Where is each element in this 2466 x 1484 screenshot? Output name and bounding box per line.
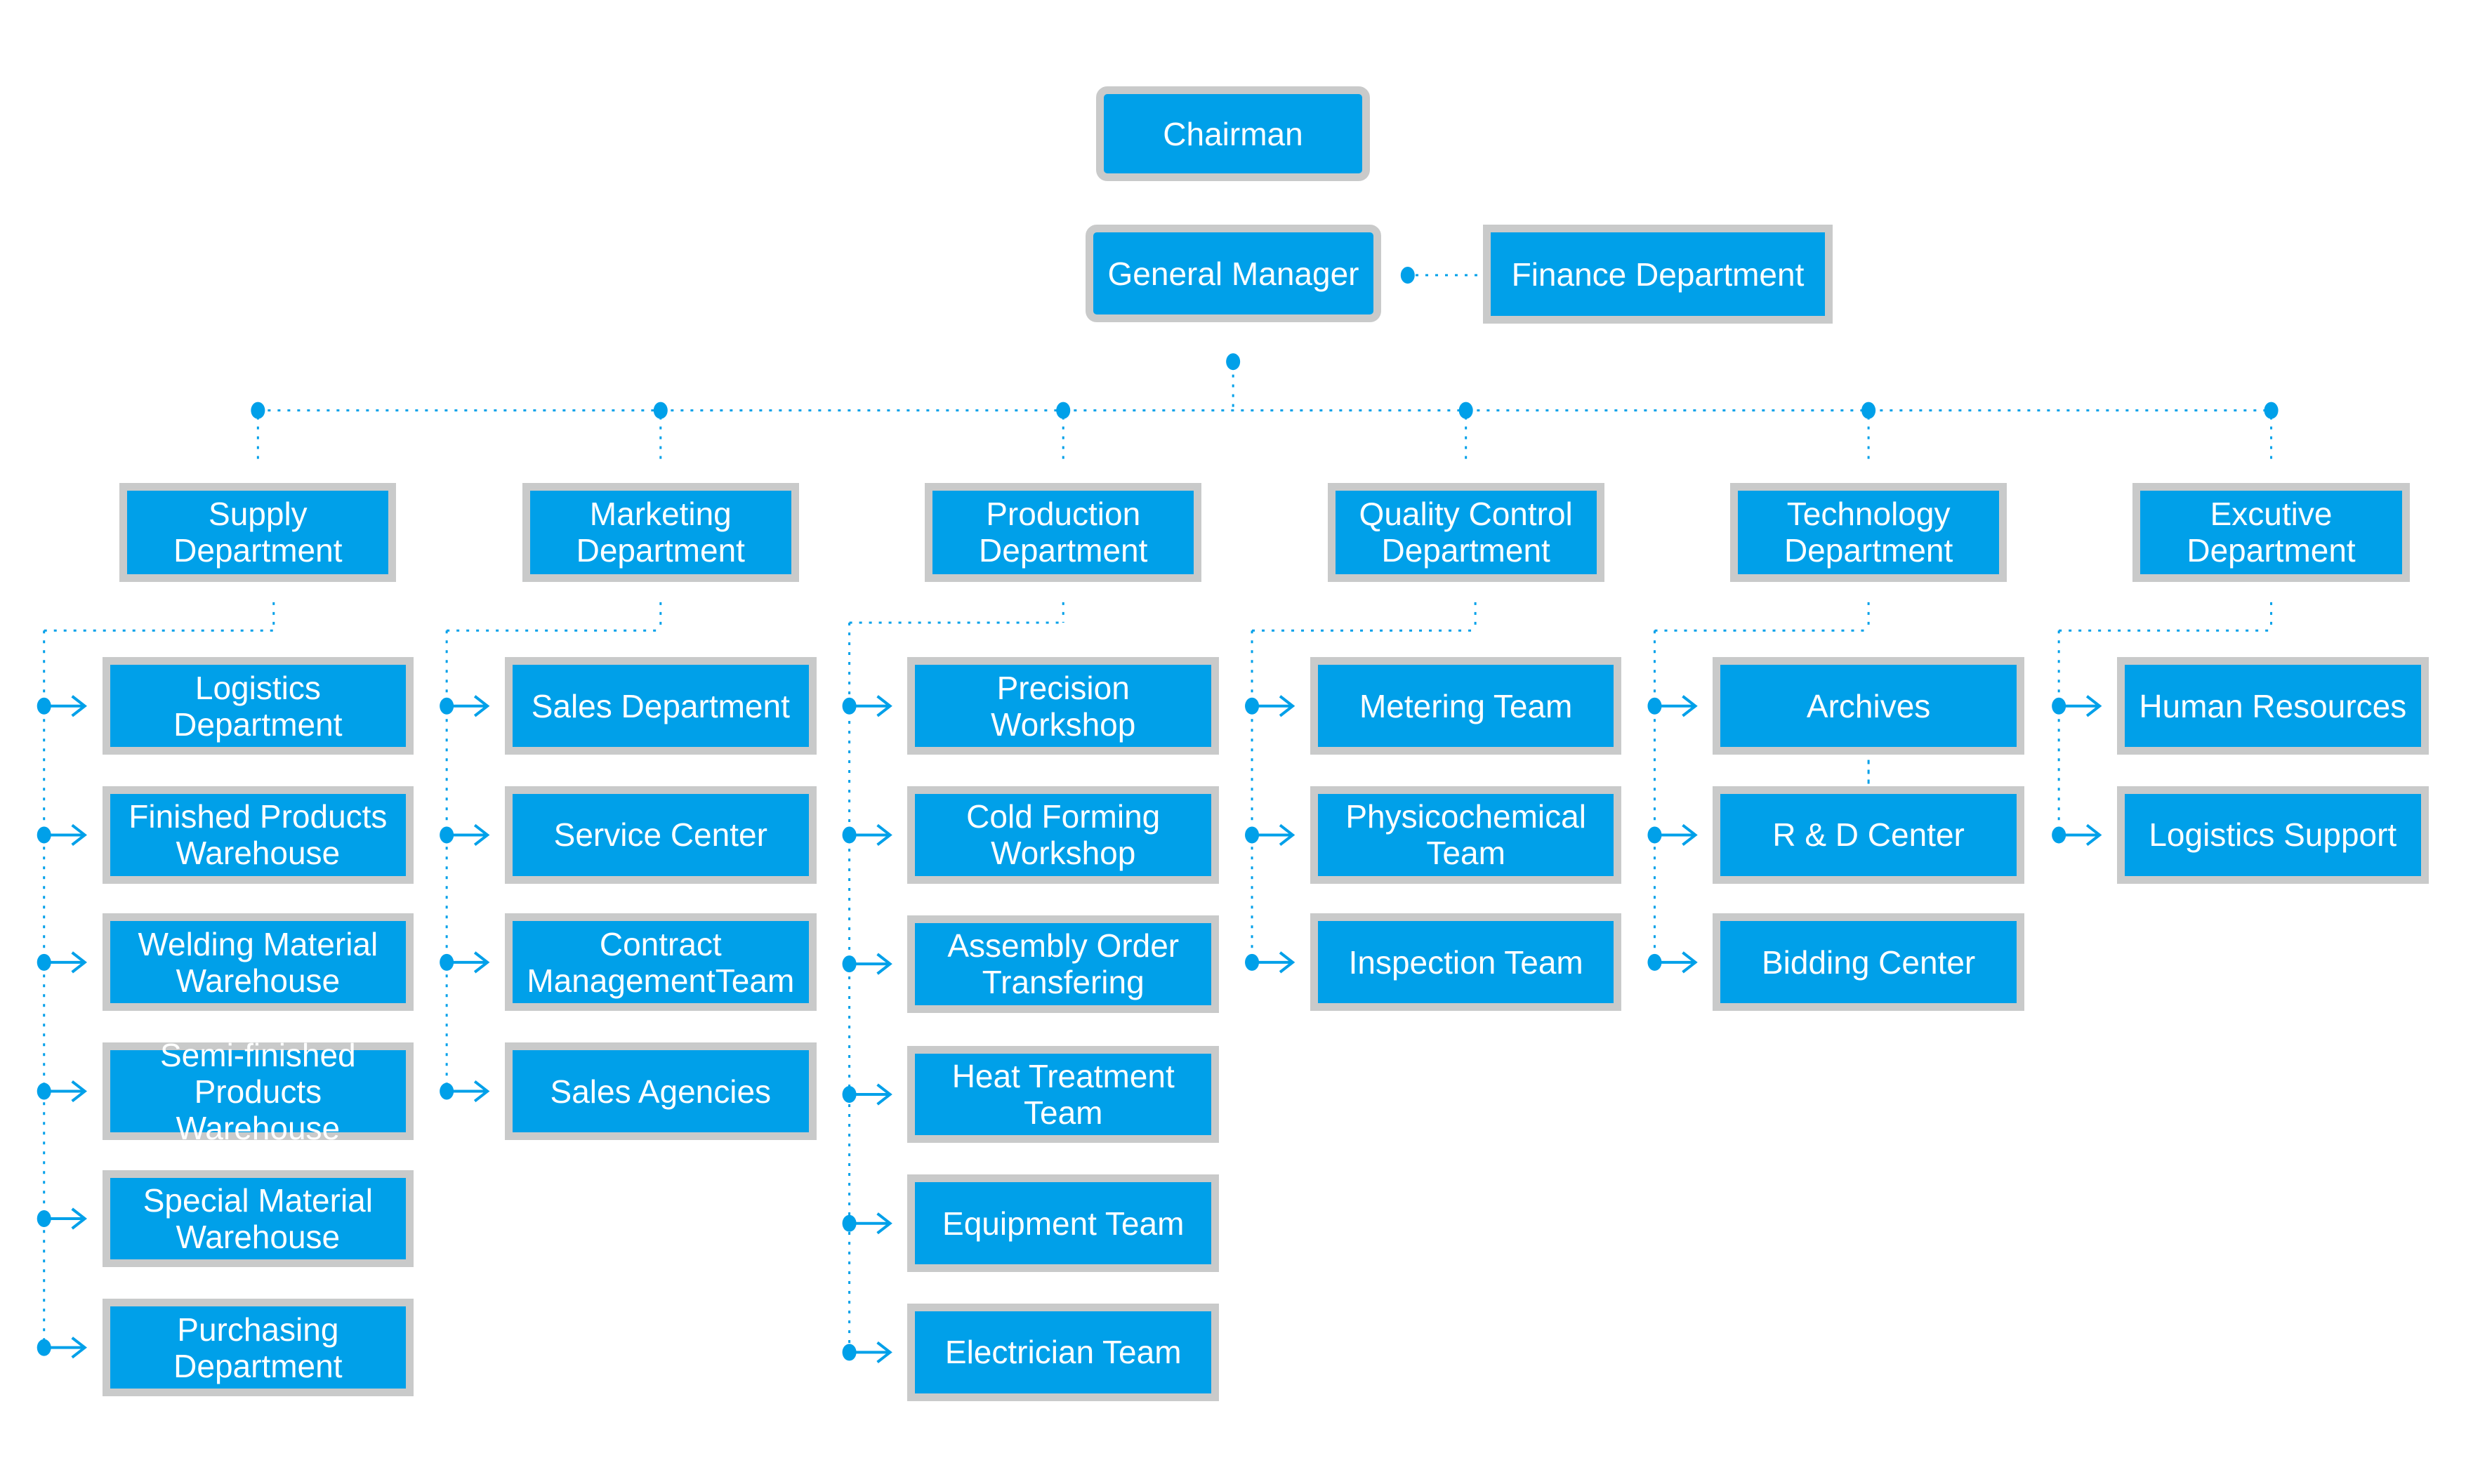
archives-box[interactable]: Archives — [1713, 657, 2024, 755]
general-manager-box[interactable]: General Manager — [1086, 225, 1381, 322]
welding-material-warehouse-box[interactable]: Welding Material Warehouse — [102, 913, 414, 1012]
arrow-right-icon — [853, 1341, 892, 1363]
finance-department-box[interactable]: Finance Department — [1483, 225, 1833, 324]
arrow-right-icon — [2063, 823, 2102, 847]
welding-material-warehouse-box-label: Welding Material Warehouse — [138, 925, 378, 999]
arrow-right-icon — [451, 951, 490, 974]
contract-managementteam-box-label: Contract ManagementTeam — [527, 925, 795, 999]
purchasing-department-box-label: Purchasing Department — [173, 1311, 343, 1384]
arrow-right-icon — [853, 823, 892, 847]
technology-department-box-label: Technology Department — [1783, 496, 1953, 569]
marketing-department-box-label: Marketing Department — [576, 496, 745, 569]
special-material-warehouse-box[interactable]: Special Material Warehouse — [102, 1170, 414, 1268]
purchasing-department-box[interactable]: Purchasing Department — [102, 1299, 414, 1397]
metering-team-box[interactable]: Metering Team — [1310, 657, 1622, 755]
service-center-box-label: Service Center — [553, 816, 767, 854]
human-resources-box-label: Human Resources — [2139, 687, 2407, 724]
heat-treatment-team-box[interactable]: Heat Treatment Team — [907, 1045, 1219, 1144]
finance-department-label: Finance Department — [1511, 256, 1805, 293]
sales-agencies-box[interactable]: Sales Agencies — [505, 1042, 817, 1140]
human-resources-box[interactable]: Human Resources — [2117, 657, 2429, 755]
sales-agencies-box-label: Sales Agencies — [550, 1073, 772, 1110]
arrow-right-icon — [853, 695, 892, 717]
cold-forming-workshop-box-label: Cold Forming Workshop — [966, 798, 1161, 872]
production-department-box[interactable]: Production Department — [925, 482, 1202, 582]
excutive-department-box[interactable]: Excutive Department — [2132, 482, 2410, 582]
excutive-department-box-label: Excutive Department — [2187, 496, 2356, 569]
finished-products-warehouse-box[interactable]: Finished Products Warehouse — [102, 786, 414, 884]
equipment-team-box[interactable]: Equipment Team — [907, 1174, 1219, 1273]
supply-department-box-label: Supply Department — [173, 496, 343, 569]
arrow-right-icon — [48, 823, 87, 847]
heat-treatment-team-box-label: Heat Treatment Team — [951, 1058, 1175, 1132]
quality-control-department-bus-dot — [1458, 402, 1473, 419]
r-d-center-box[interactable]: R & D Center — [1713, 786, 2024, 884]
finished-products-warehouse-box-label: Finished Products Warehouse — [128, 798, 388, 872]
inspection-team-box[interactable]: Inspection Team — [1310, 913, 1622, 1012]
general-manager-label: General Manager — [1107, 255, 1359, 292]
logistics-department-box-label: Logistics Department — [173, 669, 343, 743]
technology-department-bus-dot — [1861, 402, 1876, 419]
chairman-box[interactable]: Chairman — [1096, 86, 1370, 181]
arrow-right-icon — [48, 695, 87, 717]
supply-department-box[interactable]: Supply Department — [119, 482, 397, 582]
assembly-order-transfering-box[interactable]: Assembly Order Transfering — [907, 915, 1219, 1013]
arrow-right-icon — [1659, 951, 1698, 974]
gm-finance-dot — [1400, 267, 1415, 284]
arrow-right-icon — [853, 1083, 892, 1106]
arrow-right-icon — [2063, 695, 2102, 717]
precision-workshop-box[interactable]: Precision Workshop — [907, 657, 1219, 755]
bidding-center-box-label: Bidding Center — [1761, 943, 1976, 981]
quality-control-department-box[interactable]: Quality Control Department — [1327, 482, 1604, 582]
logistics-support-box[interactable]: Logistics Support — [2117, 786, 2429, 884]
sales-department-box[interactable]: Sales Department — [505, 657, 817, 755]
arrow-right-icon — [1256, 695, 1295, 717]
production-department-box-label: Production Department — [979, 496, 1148, 569]
electrician-team-box[interactable]: Electrician Team — [907, 1303, 1219, 1401]
equipment-team-box-label: Equipment Team — [942, 1205, 1185, 1242]
arrow-right-icon — [1659, 695, 1698, 717]
arrow-right-icon — [48, 1080, 87, 1103]
arrow-right-icon — [1256, 823, 1295, 847]
r-d-center-box-label: R & D Center — [1772, 816, 1965, 854]
assembly-order-transfering-box-label: Assembly Order Transfering — [947, 927, 1180, 1001]
precision-workshop-box-label: Precision Workshop — [991, 669, 1136, 743]
arrow-right-icon — [451, 695, 490, 717]
sales-department-box-label: Sales Department — [531, 687, 790, 724]
arrow-right-icon — [48, 951, 87, 974]
marketing-department-box[interactable]: Marketing Department — [522, 482, 799, 582]
production-department-bus-dot — [1056, 402, 1071, 419]
semi-finished-products-warehouse-box-label: Semi-finished Products Warehouse — [160, 1036, 356, 1146]
electrician-team-box-label: Electrician Team — [944, 1334, 1182, 1371]
cold-forming-workshop-box[interactable]: Cold Forming Workshop — [907, 786, 1219, 884]
metering-team-box-label: Metering Team — [1359, 687, 1573, 724]
supply-department-bus-dot — [251, 402, 265, 419]
arrow-right-icon — [451, 823, 490, 847]
arrow-right-icon — [853, 953, 892, 975]
special-material-warehouse-box-label: Special Material Warehouse — [143, 1181, 373, 1255]
arrow-right-icon — [451, 1080, 490, 1103]
physicochemical-team-box[interactable]: Physicochemical Team — [1310, 786, 1622, 884]
quality-control-department-box-label: Quality Control Department — [1359, 496, 1573, 569]
archives-box-label: Archives — [1806, 687, 1931, 724]
physicochemical-team-box-label: Physicochemical Team — [1345, 798, 1586, 872]
inspection-team-box-label: Inspection Team — [1348, 943, 1583, 981]
logistics-department-box[interactable]: Logistics Department — [102, 657, 414, 755]
semi-finished-products-warehouse-box[interactable]: Semi-finished Products Warehouse — [102, 1037, 414, 1146]
arrow-right-icon — [48, 1337, 87, 1359]
arrow-right-icon — [1659, 823, 1698, 847]
arrow-right-icon — [1256, 951, 1295, 974]
excutive-department-bus-dot — [2264, 402, 2279, 419]
service-center-box[interactable]: Service Center — [505, 786, 817, 884]
marketing-department-bus-dot — [653, 402, 668, 419]
arrow-right-icon — [48, 1207, 87, 1230]
logistics-support-box-label: Logistics Support — [2149, 816, 2397, 854]
chairman-label: Chairman — [1163, 115, 1303, 152]
arrow-right-icon — [853, 1212, 892, 1235]
org-chart: Chairman General Manager Finance Departm… — [0, 0, 2466, 1484]
contract-managementteam-box[interactable]: Contract ManagementTeam — [505, 913, 817, 1012]
technology-department-box[interactable]: Technology Department — [1730, 482, 2007, 582]
bidding-center-box[interactable]: Bidding Center — [1713, 913, 2024, 1012]
